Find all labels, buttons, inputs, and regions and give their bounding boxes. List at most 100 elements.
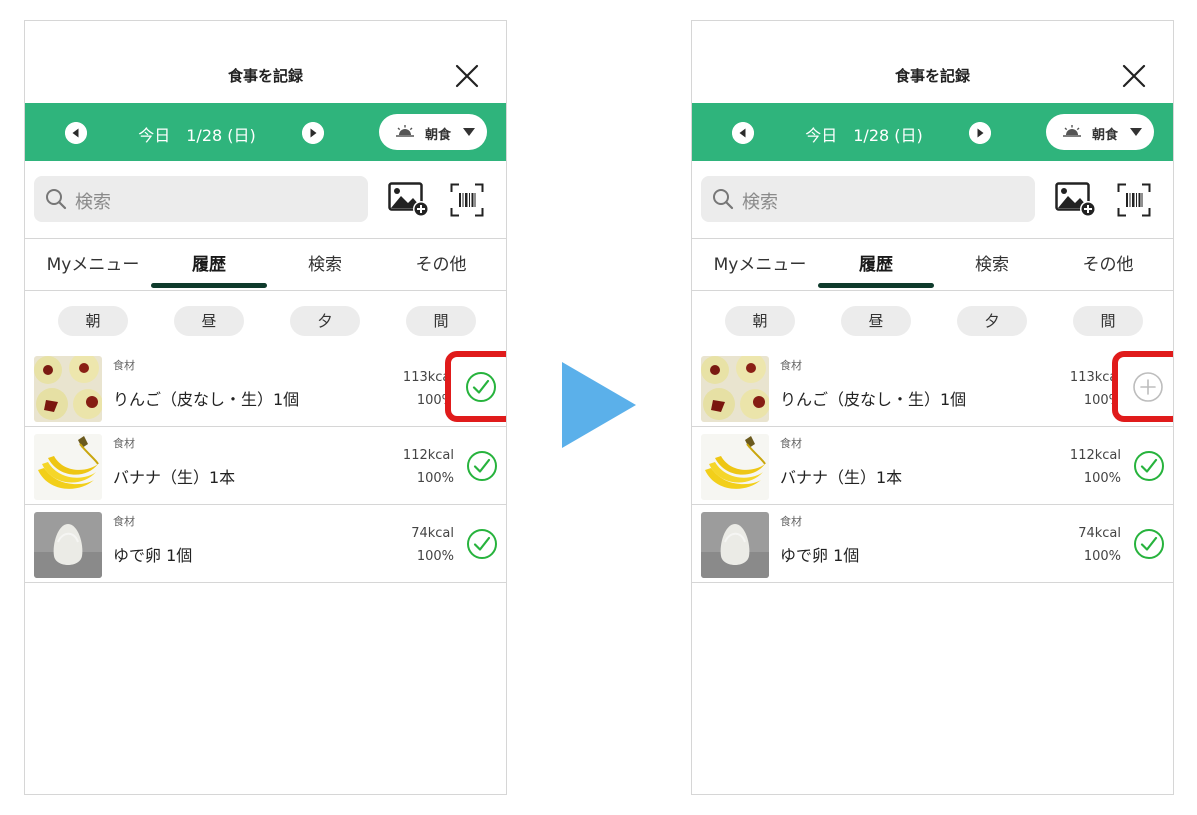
- chip-dinner[interactable]: 夕: [290, 306, 360, 336]
- search-icon: [46, 189, 67, 210]
- prev-icon[interactable]: [65, 122, 87, 144]
- highlight-box: [445, 351, 506, 422]
- search-row: 検索: [692, 161, 1173, 239]
- item-percent: 100%: [416, 471, 454, 486]
- meal-select[interactable]: 朝食: [1046, 114, 1154, 150]
- meal-select[interactable]: 朝食: [379, 114, 487, 150]
- item-kcal: 112kcal: [1069, 448, 1121, 463]
- item-category: 食材: [780, 437, 802, 450]
- list-item[interactable]: 食材 バナナ（生）1本 112kcal 100%: [692, 427, 1173, 505]
- tab-search[interactable]: 検索: [267, 239, 383, 291]
- tab-active-indicator: [151, 283, 267, 288]
- close-icon[interactable]: [1122, 64, 1146, 88]
- egg-image: [701, 512, 769, 578]
- list-item[interactable]: 食材 ゆで卵 1個 74kcal 100%: [25, 505, 506, 583]
- photo-add-icon[interactable]: [388, 182, 430, 218]
- item-name: バナナ（生）1本: [780, 468, 903, 487]
- tab-search[interactable]: 検索: [934, 239, 1050, 291]
- close-icon[interactable]: [455, 64, 479, 88]
- modal-header: 食事を記録: [25, 21, 506, 103]
- search-input[interactable]: 検索: [701, 176, 1035, 222]
- search-row: 検索: [25, 161, 506, 239]
- item-category: 食材: [780, 359, 802, 372]
- item-category: 食材: [113, 359, 135, 372]
- date-bar: 今日 1/28 (日) 朝食: [25, 103, 506, 161]
- tab-bar: Myメニュー 履歴 検索 その他: [25, 239, 506, 291]
- meal-label: 朝食: [1092, 128, 1119, 143]
- chip-breakfast[interactable]: 朝: [725, 306, 795, 336]
- caret-down-icon: [1130, 128, 1142, 136]
- chip-snack[interactable]: 間: [406, 306, 476, 336]
- sunrise-icon: [396, 125, 414, 137]
- banana-image: [34, 434, 102, 500]
- search-icon: [713, 189, 734, 210]
- check-circle-icon[interactable]: [1133, 528, 1165, 560]
- tab-other[interactable]: その他: [383, 239, 499, 291]
- meal-chip-row: 朝 昼 夕 間: [25, 291, 506, 349]
- item-percent: 100%: [1083, 549, 1121, 564]
- tab-bar: Myメニュー 履歴 検索 その他: [692, 239, 1173, 291]
- tab-other[interactable]: その他: [1050, 239, 1166, 291]
- prev-icon[interactable]: [732, 122, 754, 144]
- screen-before: 食事を記録 今日 1/28 (日) 朝食 検索 Myメニュー 履歴 検索 その他 …: [24, 20, 507, 795]
- item-name: りんご（皮なし・生）1個: [780, 390, 967, 409]
- item-kcal: 112kcal: [402, 448, 454, 463]
- apple-image: [34, 356, 102, 422]
- tab-my-menu[interactable]: Myメニュー: [35, 239, 151, 291]
- item-category: 食材: [780, 515, 802, 528]
- search-placeholder: 検索: [742, 192, 778, 213]
- modal-header: 食事を記録: [692, 21, 1173, 103]
- modal-title: 食事を記録: [227, 67, 303, 85]
- chip-snack[interactable]: 間: [1073, 306, 1143, 336]
- chip-lunch[interactable]: 昼: [174, 306, 244, 336]
- photo-add-icon[interactable]: [1055, 182, 1097, 218]
- check-circle-icon[interactable]: [466, 450, 498, 482]
- next-icon[interactable]: [302, 122, 324, 144]
- item-name: りんご（皮なし・生）1個: [113, 390, 300, 409]
- sunrise-icon: [1063, 125, 1081, 137]
- screen-after: 食事を記録 今日 1/28 (日) 朝食 検索 Myメニュー 履歴 検索 その他 …: [691, 20, 1174, 795]
- next-icon[interactable]: [969, 122, 991, 144]
- modal-title: 食事を記録: [894, 67, 970, 85]
- today-label: 今日: [805, 126, 838, 145]
- item-category: 食材: [113, 437, 135, 450]
- tab-my-menu[interactable]: Myメニュー: [702, 239, 818, 291]
- item-name: ゆで卵 1個: [113, 546, 193, 565]
- check-circle-icon[interactable]: [465, 371, 497, 403]
- date-value: 1/28 (日): [853, 126, 923, 145]
- date-value: 1/28 (日): [186, 126, 256, 145]
- item-name: バナナ（生）1本: [113, 468, 236, 487]
- check-circle-icon[interactable]: [466, 528, 498, 560]
- list-item[interactable]: 食材 りんご（皮なし・生）1個 113kcal 100%: [692, 349, 1173, 427]
- search-input[interactable]: 検索: [34, 176, 368, 222]
- list-item[interactable]: 食材 ゆで卵 1個 74kcal 100%: [692, 505, 1173, 583]
- right-triangle-arrow: [562, 362, 636, 448]
- list-item[interactable]: 食材 バナナ（生）1本 112kcal 100%: [25, 427, 506, 505]
- date-bar: 今日 1/28 (日) 朝食: [692, 103, 1173, 161]
- barcode-scan-icon[interactable]: [450, 183, 484, 217]
- banana-image: [701, 434, 769, 500]
- barcode-scan-icon[interactable]: [1117, 183, 1151, 217]
- meal-label: 朝食: [425, 128, 452, 143]
- meal-chip-row: 朝 昼 夕 間: [692, 291, 1173, 349]
- chip-lunch[interactable]: 昼: [841, 306, 911, 336]
- item-percent: 100%: [1083, 471, 1121, 486]
- chip-breakfast[interactable]: 朝: [58, 306, 128, 336]
- today-label: 今日: [138, 126, 171, 145]
- check-circle-icon[interactable]: [1133, 450, 1165, 482]
- tab-active-indicator: [818, 283, 934, 288]
- list-item[interactable]: 食材 りんご（皮なし・生）1個 113kcal 100%: [25, 349, 506, 427]
- item-name: ゆで卵 1個: [780, 546, 860, 565]
- apple-image: [701, 356, 769, 422]
- search-placeholder: 検索: [75, 192, 111, 213]
- date-label: 今日 1/28 (日): [764, 122, 964, 146]
- add-circle-icon[interactable]: [1132, 371, 1164, 403]
- item-kcal: 74kcal: [411, 526, 454, 541]
- date-label: 今日 1/28 (日): [97, 122, 297, 146]
- highlight-box: [1112, 351, 1173, 422]
- item-kcal: 74kcal: [1078, 526, 1121, 541]
- chip-dinner[interactable]: 夕: [957, 306, 1027, 336]
- item-percent: 100%: [416, 549, 454, 564]
- item-category: 食材: [113, 515, 135, 528]
- egg-image: [34, 512, 102, 578]
